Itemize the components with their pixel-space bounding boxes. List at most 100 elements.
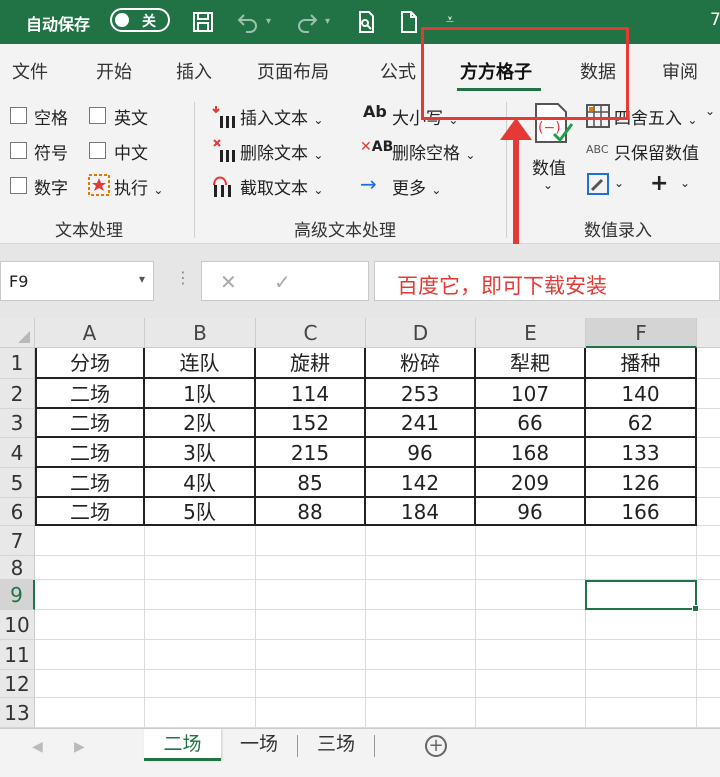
- sheet-tab-sanchang[interactable]: 三场: [302, 729, 370, 761]
- table-cell[interactable]: [366, 556, 476, 580]
- checkbox-space[interactable]: [10, 107, 27, 124]
- checkbox-number[interactable]: [10, 177, 27, 194]
- row-header-11[interactable]: 11: [0, 640, 35, 670]
- table-cell[interactable]: 126: [586, 468, 697, 498]
- table-cell[interactable]: [256, 640, 366, 670]
- table-cell[interactable]: [145, 526, 256, 556]
- table-cell[interactable]: [476, 610, 586, 640]
- tab-insert[interactable]: 插入: [176, 58, 212, 84]
- row-header-5[interactable]: 5: [0, 468, 35, 498]
- table-cell[interactable]: [256, 610, 366, 640]
- delete-text-button[interactable]: 删除文本 ⌄: [240, 139, 323, 164]
- row-header-3[interactable]: 3: [0, 409, 35, 438]
- table-cell[interactable]: 2队: [145, 409, 256, 438]
- table-cell[interactable]: [476, 640, 586, 670]
- table-cell[interactable]: 215: [256, 438, 366, 468]
- name-box[interactable]: F9 ▾: [0, 261, 154, 301]
- table-cell[interactable]: [586, 698, 697, 728]
- table-cell[interactable]: [586, 556, 697, 580]
- table-cell[interactable]: 114: [256, 379, 366, 409]
- autosave-toggle[interactable]: 关: [110, 8, 170, 32]
- table-cell[interactable]: 96: [476, 498, 586, 526]
- cancel-icon[interactable]: ✕: [220, 270, 237, 294]
- insert-text-button[interactable]: 插入文本 ⌄: [240, 104, 323, 129]
- row-header-9[interactable]: 9: [0, 580, 35, 610]
- next-sheet-icon[interactable]: ▶: [74, 739, 85, 755]
- table-cell[interactable]: [145, 610, 256, 640]
- extract-text-button[interactable]: 截取文本 ⌄: [240, 174, 323, 199]
- table-cell[interactable]: 二场: [35, 498, 145, 526]
- table-cell[interactable]: [697, 438, 720, 468]
- table-cell[interactable]: [366, 610, 476, 640]
- table-cell[interactable]: 二场: [35, 468, 145, 498]
- tab-formulas[interactable]: 公式: [380, 58, 416, 84]
- spreadsheet-grid[interactable]: A B C D E F 1 分场 连队 旋耕 粉碎 犁耙 播种 2 二场 1队 114 253 107 140 3 二场 2…: [0, 318, 720, 728]
- table-cell[interactable]: 107: [476, 379, 586, 409]
- table-cell[interactable]: 166: [586, 498, 697, 526]
- table-cell[interactable]: [697, 698, 720, 728]
- table-cell[interactable]: [697, 498, 720, 526]
- row-header-10[interactable]: 10: [0, 610, 35, 640]
- table-cell[interactable]: [35, 580, 145, 610]
- new-document-icon[interactable]: [397, 10, 421, 34]
- table-header-cell[interactable]: 犁耙: [476, 348, 586, 379]
- more-button[interactable]: 更多 ⌄: [392, 174, 441, 199]
- redo-icon[interactable]: [295, 10, 319, 34]
- row-header-6[interactable]: 6: [0, 498, 35, 526]
- table-cell[interactable]: 152: [256, 409, 366, 438]
- round-button[interactable]: 四舍五入 ⌄: [614, 104, 697, 129]
- checkbox-chinese[interactable]: [89, 142, 106, 159]
- table-header-cell[interactable]: 分场: [35, 348, 145, 379]
- table-cell[interactable]: 二场: [35, 438, 145, 468]
- table-cell[interactable]: 二场: [35, 379, 145, 409]
- table-cell[interactable]: [476, 526, 586, 556]
- save-icon[interactable]: [191, 10, 215, 34]
- table-cell[interactable]: 1队: [145, 379, 256, 409]
- table-cell[interactable]: [256, 526, 366, 556]
- formula-bar-grip-icon[interactable]: ⋮: [175, 268, 191, 287]
- column-header-e[interactable]: E: [476, 318, 586, 348]
- undo-icon[interactable]: [236, 10, 260, 34]
- table-cell[interactable]: 209: [476, 468, 586, 498]
- table-cell[interactable]: [476, 670, 586, 698]
- table-header-cell[interactable]: 连队: [145, 348, 256, 379]
- table-cell[interactable]: [145, 640, 256, 670]
- table-cell[interactable]: [586, 526, 697, 556]
- execute-button[interactable]: 执行 ⌄: [114, 174, 163, 199]
- table-cell[interactable]: 4队: [145, 468, 256, 498]
- number-button[interactable]: 数值: [532, 154, 566, 179]
- table-header-cell[interactable]: 播种: [586, 348, 697, 379]
- table-cell[interactable]: [586, 640, 697, 670]
- row-header-12[interactable]: 12: [0, 670, 35, 698]
- table-cell[interactable]: [476, 556, 586, 580]
- table-cell[interactable]: [697, 468, 720, 498]
- row-header-7[interactable]: 7: [0, 526, 35, 556]
- edit-form-icon[interactable]: [586, 172, 610, 196]
- table-cell[interactable]: [256, 698, 366, 728]
- column-header-f[interactable]: F: [586, 318, 697, 348]
- chevron-down-icon[interactable]: ⌄: [680, 176, 690, 190]
- table-cell[interactable]: [697, 379, 720, 409]
- table-cell[interactable]: [366, 526, 476, 556]
- table-cell[interactable]: [476, 580, 586, 610]
- table-cell[interactable]: [697, 348, 720, 379]
- table-cell[interactable]: 241: [366, 409, 476, 438]
- table-cell[interactable]: 168: [476, 438, 586, 468]
- table-cell[interactable]: [145, 698, 256, 728]
- row-header-13[interactable]: 13: [0, 698, 35, 728]
- tab-review[interactable]: 审阅: [662, 58, 698, 84]
- table-cell[interactable]: [586, 670, 697, 698]
- tab-home[interactable]: 开始: [96, 58, 132, 84]
- prev-sheet-icon[interactable]: ◀: [32, 739, 43, 755]
- table-cell[interactable]: 3队: [145, 438, 256, 468]
- column-header-partial[interactable]: [697, 318, 720, 348]
- chevron-down-icon[interactable]: ⌄: [614, 176, 624, 190]
- table-cell[interactable]: [35, 526, 145, 556]
- table-cell[interactable]: [256, 670, 366, 698]
- table-cell[interactable]: 253: [366, 379, 476, 409]
- case-button[interactable]: 大小写 ⌄: [392, 104, 458, 129]
- column-header-a[interactable]: A: [35, 318, 145, 348]
- table-cell[interactable]: [366, 670, 476, 698]
- keep-values-button[interactable]: 只保留数值: [614, 139, 699, 164]
- column-header-d[interactable]: D: [366, 318, 476, 348]
